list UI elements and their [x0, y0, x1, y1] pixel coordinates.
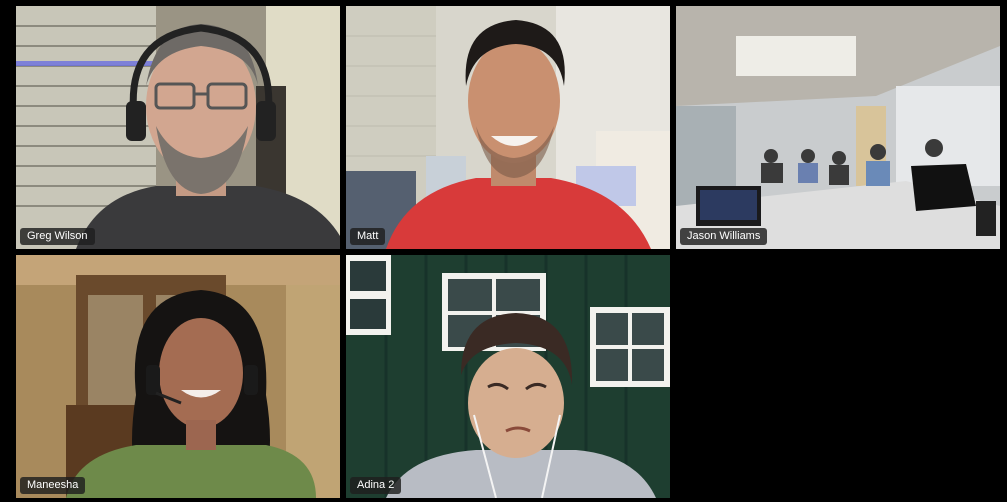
participant-name-label: Matt: [350, 228, 386, 245]
video-feed-maneesha: [16, 255, 340, 498]
video-feed-jason-williams: [676, 6, 1000, 249]
video-feed-adina-2: [346, 255, 670, 498]
participant-name-label: Jason Williams: [680, 228, 768, 245]
participant-name-label: Maneesha: [20, 477, 86, 494]
participant-name-label: Greg Wilson: [20, 228, 95, 245]
video-feed-greg-wilson: [16, 6, 340, 249]
video-tile-adina-2[interactable]: Adina 2: [346, 255, 670, 498]
participant-name-label: Adina 2: [350, 477, 402, 494]
video-tile-greg-wilson[interactable]: Greg Wilson: [16, 6, 340, 249]
video-tile-maneesha[interactable]: Maneesha: [16, 255, 340, 498]
video-tile-jason-williams[interactable]: Jason Williams: [676, 6, 1000, 249]
video-feed-matt: [346, 6, 670, 249]
video-tile-matt[interactable]: Matt: [346, 6, 670, 249]
